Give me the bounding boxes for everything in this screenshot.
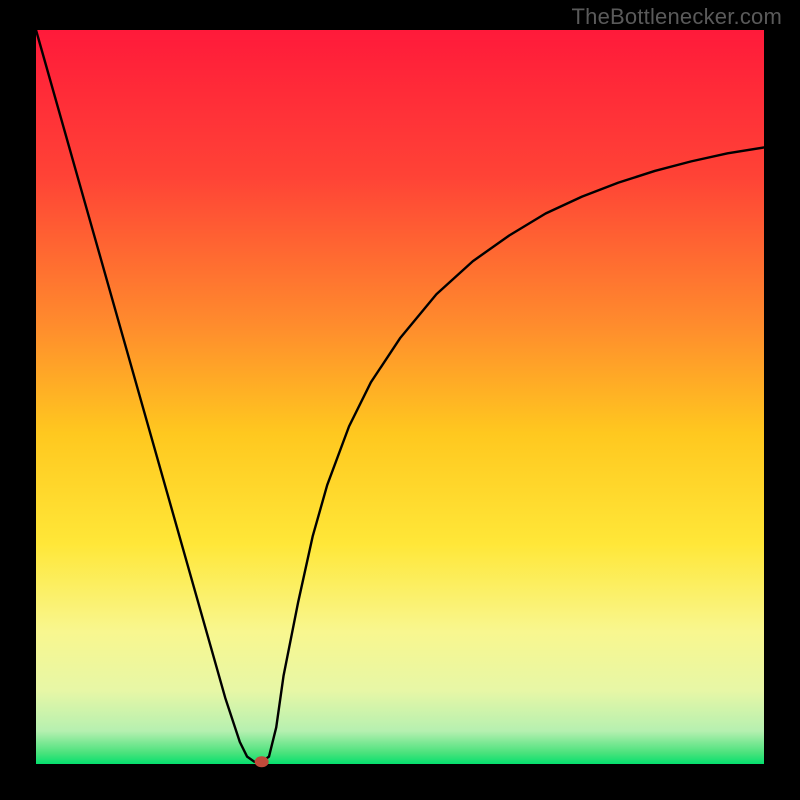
optimal-point-marker xyxy=(255,756,269,767)
bottleneck-chart xyxy=(0,0,800,800)
watermark-text: TheBottlenecker.com xyxy=(572,4,782,30)
chart-frame: TheBottlenecker.com xyxy=(0,0,800,800)
plot-background xyxy=(36,30,764,764)
